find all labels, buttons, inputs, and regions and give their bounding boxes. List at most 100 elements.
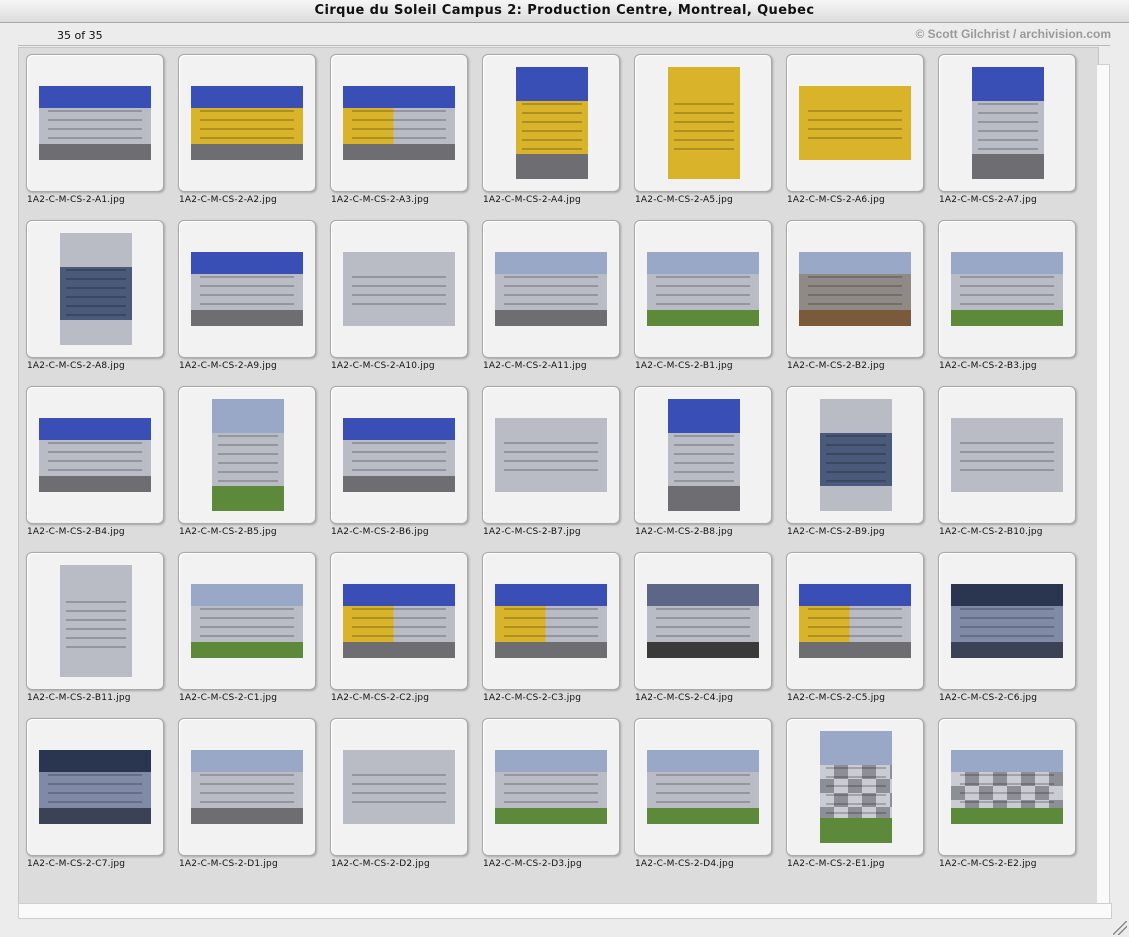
thumbnail-cell[interactable]: 1A2-C-M-CS-2-A8.jpg bbox=[26, 220, 166, 386]
thumbnail-cell[interactable]: 1A2-C-M-CS-2-D1.jpg bbox=[178, 718, 318, 884]
slide-frame[interactable] bbox=[26, 386, 164, 524]
slide-frame[interactable] bbox=[330, 54, 468, 192]
thumbnail-image[interactable] bbox=[191, 86, 303, 160]
thumbnail-image[interactable] bbox=[647, 750, 759, 824]
thumbnail-image[interactable] bbox=[495, 584, 607, 658]
thumbnail-cell[interactable]: 1A2-C-M-CS-2-B9.jpg bbox=[786, 386, 926, 552]
thumbnail-image[interactable] bbox=[799, 584, 911, 658]
thumbnail-cell[interactable]: 1A2-C-M-CS-2-C5.jpg bbox=[786, 552, 926, 718]
thumbnail-cell[interactable]: 1A2-C-M-CS-2-E2.jpg bbox=[938, 718, 1078, 884]
thumbnail-cell[interactable]: 1A2-C-M-CS-2-D4.jpg bbox=[634, 718, 774, 884]
thumbnail-image[interactable] bbox=[60, 233, 132, 345]
slide-frame[interactable] bbox=[482, 54, 620, 192]
thumbnail-cell[interactable]: 1A2-C-M-CS-2-B7.jpg bbox=[482, 386, 622, 552]
thumbnail-cell[interactable]: 1A2-C-M-CS-2-A1.jpg bbox=[26, 54, 166, 220]
slide-frame[interactable] bbox=[178, 718, 316, 856]
thumbnail-cell[interactable]: 1A2-C-M-CS-2-E1.jpg bbox=[786, 718, 926, 884]
slide-frame[interactable] bbox=[786, 386, 924, 524]
slide-frame[interactable] bbox=[634, 552, 772, 690]
thumbnail-image[interactable] bbox=[39, 86, 151, 160]
thumbnail-image[interactable] bbox=[495, 750, 607, 824]
thumbnail-image[interactable] bbox=[191, 252, 303, 326]
slide-frame[interactable] bbox=[330, 220, 468, 358]
thumbnail-image[interactable] bbox=[343, 584, 455, 658]
thumbnail-cell[interactable]: 1A2-C-M-CS-2-C2.jpg bbox=[330, 552, 470, 718]
thumbnail-cell[interactable]: 1A2-C-M-CS-2-B10.jpg bbox=[938, 386, 1078, 552]
thumbnail-image[interactable] bbox=[495, 252, 607, 326]
thumbnail-image[interactable] bbox=[212, 399, 284, 511]
thumbnail-image[interactable] bbox=[191, 584, 303, 658]
slide-frame[interactable] bbox=[938, 718, 1076, 856]
slide-frame[interactable] bbox=[178, 386, 316, 524]
thumbnail-image[interactable] bbox=[951, 418, 1063, 492]
slide-frame[interactable] bbox=[178, 552, 316, 690]
thumbnail-cell[interactable]: 1A2-C-M-CS-2-A5.jpg bbox=[634, 54, 774, 220]
slide-frame[interactable] bbox=[26, 552, 164, 690]
thumbnail-cell[interactable]: 1A2-C-M-CS-2-A11.jpg bbox=[482, 220, 622, 386]
thumbnail-image[interactable] bbox=[495, 418, 607, 492]
thumbnail-image[interactable] bbox=[972, 67, 1044, 179]
thumbnail-image[interactable] bbox=[647, 252, 759, 326]
thumbnail-image[interactable] bbox=[343, 86, 455, 160]
slide-frame[interactable] bbox=[330, 386, 468, 524]
thumbnail-cell[interactable]: 1A2-C-M-CS-2-D2.jpg bbox=[330, 718, 470, 884]
thumbnail-image[interactable] bbox=[39, 750, 151, 824]
resize-grip-icon[interactable] bbox=[1113, 921, 1127, 935]
slide-frame[interactable] bbox=[938, 54, 1076, 192]
slide-frame[interactable] bbox=[482, 220, 620, 358]
slide-frame[interactable] bbox=[634, 718, 772, 856]
thumbnail-image[interactable] bbox=[60, 565, 132, 677]
thumbnail-cell[interactable]: 1A2-C-M-CS-2-D3.jpg bbox=[482, 718, 622, 884]
slide-frame[interactable] bbox=[482, 386, 620, 524]
thumbnail-image[interactable] bbox=[343, 418, 455, 492]
thumbnail-cell[interactable]: 1A2-C-M-CS-2-A3.jpg bbox=[330, 54, 470, 220]
thumbnail-image[interactable] bbox=[343, 252, 455, 326]
slide-frame[interactable] bbox=[482, 718, 620, 856]
thumbnail-cell[interactable]: 1A2-C-M-CS-2-C3.jpg bbox=[482, 552, 622, 718]
slide-frame[interactable] bbox=[634, 54, 772, 192]
slide-frame[interactable] bbox=[786, 552, 924, 690]
thumbnail-cell[interactable]: 1A2-C-M-CS-2-A7.jpg bbox=[938, 54, 1078, 220]
thumbnail-cell[interactable]: 1A2-C-M-CS-2-B4.jpg bbox=[26, 386, 166, 552]
slide-frame[interactable] bbox=[26, 220, 164, 358]
thumbnail-image[interactable] bbox=[951, 252, 1063, 326]
thumbnail-image[interactable] bbox=[343, 750, 455, 824]
thumbnail-cell[interactable]: 1A2-C-M-CS-2-A6.jpg bbox=[786, 54, 926, 220]
thumbnail-image[interactable] bbox=[516, 67, 588, 179]
thumbnail-image[interactable] bbox=[951, 584, 1063, 658]
thumbnail-image[interactable] bbox=[951, 750, 1063, 824]
thumbnail-image[interactable] bbox=[668, 67, 740, 179]
thumbnail-image[interactable] bbox=[799, 252, 911, 326]
thumbnail-image[interactable] bbox=[820, 731, 892, 843]
thumbnail-image[interactable] bbox=[820, 399, 892, 511]
thumbnail-image[interactable] bbox=[39, 418, 151, 492]
slide-frame[interactable] bbox=[330, 718, 468, 856]
thumbnail-cell[interactable]: 1A2-C-M-CS-2-A4.jpg bbox=[482, 54, 622, 220]
thumbnail-image[interactable] bbox=[799, 86, 911, 160]
thumbnail-cell[interactable]: 1A2-C-M-CS-2-A9.jpg bbox=[178, 220, 318, 386]
thumbnail-cell[interactable]: 1A2-C-M-CS-2-B6.jpg bbox=[330, 386, 470, 552]
thumbnail-cell[interactable]: 1A2-C-M-CS-2-B5.jpg bbox=[178, 386, 318, 552]
slide-frame[interactable] bbox=[178, 220, 316, 358]
slide-frame[interactable] bbox=[938, 552, 1076, 690]
thumbnail-cell[interactable]: 1A2-C-M-CS-2-C4.jpg bbox=[634, 552, 774, 718]
thumbnail-cell[interactable]: 1A2-C-M-CS-2-B3.jpg bbox=[938, 220, 1078, 386]
thumbnail-cell[interactable]: 1A2-C-M-CS-2-C7.jpg bbox=[26, 718, 166, 884]
vertical-scrollbar[interactable] bbox=[1097, 64, 1110, 904]
thumbnail-image[interactable] bbox=[668, 399, 740, 511]
slide-frame[interactable] bbox=[938, 220, 1076, 358]
thumbnail-cell[interactable]: 1A2-C-M-CS-2-A10.jpg bbox=[330, 220, 470, 386]
slide-frame[interactable] bbox=[786, 220, 924, 358]
thumbnail-cell[interactable]: 1A2-C-M-CS-2-C1.jpg bbox=[178, 552, 318, 718]
slide-frame[interactable] bbox=[786, 718, 924, 856]
slide-frame[interactable] bbox=[330, 552, 468, 690]
thumbnail-cell[interactable]: 1A2-C-M-CS-2-B8.jpg bbox=[634, 386, 774, 552]
thumbnail-cell[interactable]: 1A2-C-M-CS-2-B11.jpg bbox=[26, 552, 166, 718]
horizontal-scrollbar[interactable] bbox=[18, 903, 1112, 919]
thumbnail-image[interactable] bbox=[191, 750, 303, 824]
thumbnail-cell[interactable]: 1A2-C-M-CS-2-B2.jpg bbox=[786, 220, 926, 386]
thumbnail-image[interactable] bbox=[647, 584, 759, 658]
thumbnail-cell[interactable]: 1A2-C-M-CS-2-A2.jpg bbox=[178, 54, 318, 220]
thumbnail-cell[interactable]: 1A2-C-M-CS-2-C6.jpg bbox=[938, 552, 1078, 718]
slide-frame[interactable] bbox=[26, 718, 164, 856]
